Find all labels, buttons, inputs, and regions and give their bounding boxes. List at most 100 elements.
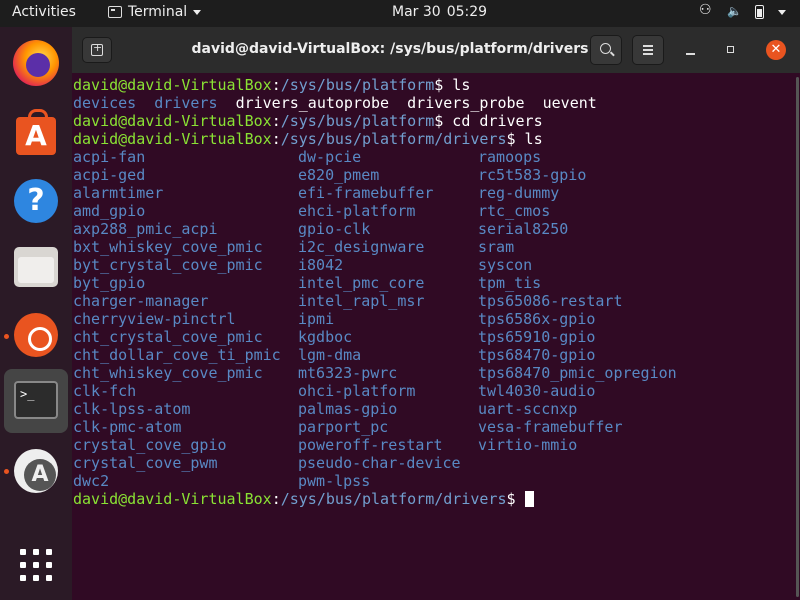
volume-icon[interactable]	[727, 4, 742, 20]
scrollbar[interactable]	[796, 77, 799, 597]
driver-entry: tpm_tis	[478, 274, 542, 292]
driver-entry: gpio-clk	[298, 220, 371, 238]
close-button[interactable]: ✕	[766, 40, 786, 60]
driver-entry: acpi-fan	[73, 148, 146, 166]
driver-entry: syscon	[478, 256, 533, 274]
driver-entry: tps68470-gpio	[478, 346, 596, 364]
driver-entry: lgm-dma	[298, 346, 362, 364]
driver-entry: axp288_pmic_acpi	[73, 220, 218, 238]
clock[interactable]: Mar 30 05:29	[392, 4, 493, 20]
app-menu[interactable]: Terminal	[108, 4, 202, 20]
dock-ubuntu[interactable]	[10, 309, 62, 361]
prompt-line: david@david-VirtualBox:/sys/bus/platform…	[73, 130, 543, 148]
firefox-icon	[13, 40, 59, 86]
minimize-button[interactable]	[682, 41, 700, 59]
driver-entry: palmas-gpio	[298, 400, 398, 418]
dock-ubuntu-software[interactable]: A	[10, 109, 62, 161]
driver-entry: tps6586x-gpio	[478, 310, 596, 328]
terminal-app-icon	[108, 6, 122, 18]
driver-entry: tps68470_pmic_opregion	[478, 364, 677, 382]
driver-entry: clk-fch	[73, 382, 137, 400]
driver-entry: kgdboc	[298, 328, 353, 346]
driver-entry: dw-pcie	[298, 148, 362, 166]
driver-entry: tps65910-gpio	[478, 328, 596, 346]
search-button[interactable]	[590, 35, 622, 65]
driver-entry: uart-sccnxp	[478, 400, 578, 418]
maximize-button[interactable]	[722, 41, 740, 59]
driver-entry: intel_rapl_msr	[298, 292, 425, 310]
driver-entry: bxt_whiskey_cove_pmic	[73, 238, 263, 256]
dock-help[interactable]: ?	[10, 175, 62, 227]
clock-date: Mar 30	[392, 4, 441, 20]
terminal-icon: >_	[14, 381, 58, 419]
ls-output-line: devices drivers drivers_autoprobe driver…	[73, 94, 597, 112]
help-icon: ?	[14, 179, 58, 223]
prompt-line: david@david-VirtualBox:/sys/bus/platform…	[73, 76, 471, 94]
driver-entry: charger-manager	[73, 292, 209, 310]
clock-time: 05:29	[446, 4, 488, 20]
driver-entry: rc5t583-gpio	[478, 166, 587, 184]
driver-entry: serial8250	[478, 220, 569, 238]
driver-entry: dwc2	[73, 472, 110, 490]
dock-terminal[interactable]: >_	[4, 369, 68, 433]
driver-entry: amd_gpio	[73, 202, 146, 220]
header-bar: david@david-VirtualBox: /sys/bus/platfor…	[72, 27, 800, 73]
driver-entry: intel_pmc_core	[298, 274, 425, 292]
network-icon[interactable]	[699, 2, 713, 20]
chevron-down-icon	[193, 9, 202, 15]
driver-entry: crystal_cove_gpio	[73, 436, 227, 454]
drivers-column: ramoops rc5t583-gpio reg-dummy rtc_cmos seri…	[478, 148, 677, 454]
show-applications-icon[interactable]	[20, 549, 52, 581]
driver-entry: efi-framebuffer	[298, 184, 434, 202]
terminal-output[interactable]: david@david-VirtualBox:/sys/bus/platform…	[73, 76, 793, 596]
dock-firefox[interactable]	[10, 37, 62, 89]
driver-entry: parport_pc	[298, 418, 389, 436]
software-store-icon: A	[16, 109, 56, 155]
driver-entry: sram	[478, 238, 515, 256]
drivers-column: acpi-fan acpi-ged alarmtimer amd_gpio axp288…	[73, 148, 281, 490]
system-tray[interactable]	[699, 2, 786, 20]
hamburger-menu-button[interactable]	[632, 35, 664, 65]
top-bar: Activities Terminal Mar 30 05:29	[0, 0, 800, 27]
driver-entry: i8042	[298, 256, 344, 274]
software-updater-icon: A	[14, 449, 58, 493]
driver-entry: reg-dummy	[478, 184, 560, 202]
driver-entry: ohci-platform	[298, 382, 416, 400]
driver-entry: ehci-platform	[298, 202, 416, 220]
driver-entry: i2c_designware	[298, 238, 425, 256]
driver-entry: crystal_cove_pwm	[73, 454, 218, 472]
driver-entry: cht_crystal_cove_pmic	[73, 328, 263, 346]
terminal-window: david@david-VirtualBox: /sys/bus/platfor…	[72, 27, 800, 600]
driver-entry: byt_gpio	[73, 274, 146, 292]
dock-software-updater[interactable]: A	[10, 445, 62, 497]
system-menu-chevron-icon[interactable]	[778, 9, 786, 15]
driver-entry: twl4030-audio	[478, 382, 596, 400]
text-cursor	[524, 491, 534, 507]
driver-entry: byt_crystal_cove_pmic	[73, 256, 263, 274]
driver-entry: pseudo-char-device	[298, 454, 461, 472]
running-indicator	[4, 469, 9, 474]
driver-entry: vesa-framebuffer	[478, 418, 623, 436]
driver-entry: virtio-mmio	[478, 436, 578, 454]
driver-entry: clk-pmc-atom	[73, 418, 182, 436]
dock-files[interactable]	[10, 241, 62, 293]
driver-entry: acpi-ged	[73, 166, 146, 184]
app-menu-label: Terminal	[128, 4, 188, 20]
prompt-line: david@david-VirtualBox:/sys/bus/platform…	[73, 490, 793, 508]
activities-button[interactable]: Activities	[12, 4, 76, 20]
battery-icon[interactable]	[755, 5, 764, 19]
prompt-line: david@david-VirtualBox:/sys/bus/platform…	[73, 112, 543, 130]
driver-entry: tps65086-restart	[478, 292, 623, 310]
driver-entry: mt6323-pwrc	[298, 364, 398, 382]
drivers-column: dw-pcie e820_pmem efi-framebuffer ehci-plat…	[298, 148, 461, 490]
folder-icon	[14, 247, 58, 287]
driver-entry: poweroff-restart	[298, 436, 443, 454]
driver-entry: ipmi	[298, 310, 335, 328]
ubuntu-logo-icon	[14, 313, 58, 357]
driver-entry: e820_pmem	[298, 166, 380, 184]
driver-entry: ramoops	[478, 148, 542, 166]
running-indicator	[4, 334, 9, 339]
driver-entry: alarmtimer	[73, 184, 164, 202]
driver-entry: cht_dollar_cove_ti_pmic	[73, 346, 281, 364]
driver-entry: clk-lpss-atom	[73, 400, 191, 418]
